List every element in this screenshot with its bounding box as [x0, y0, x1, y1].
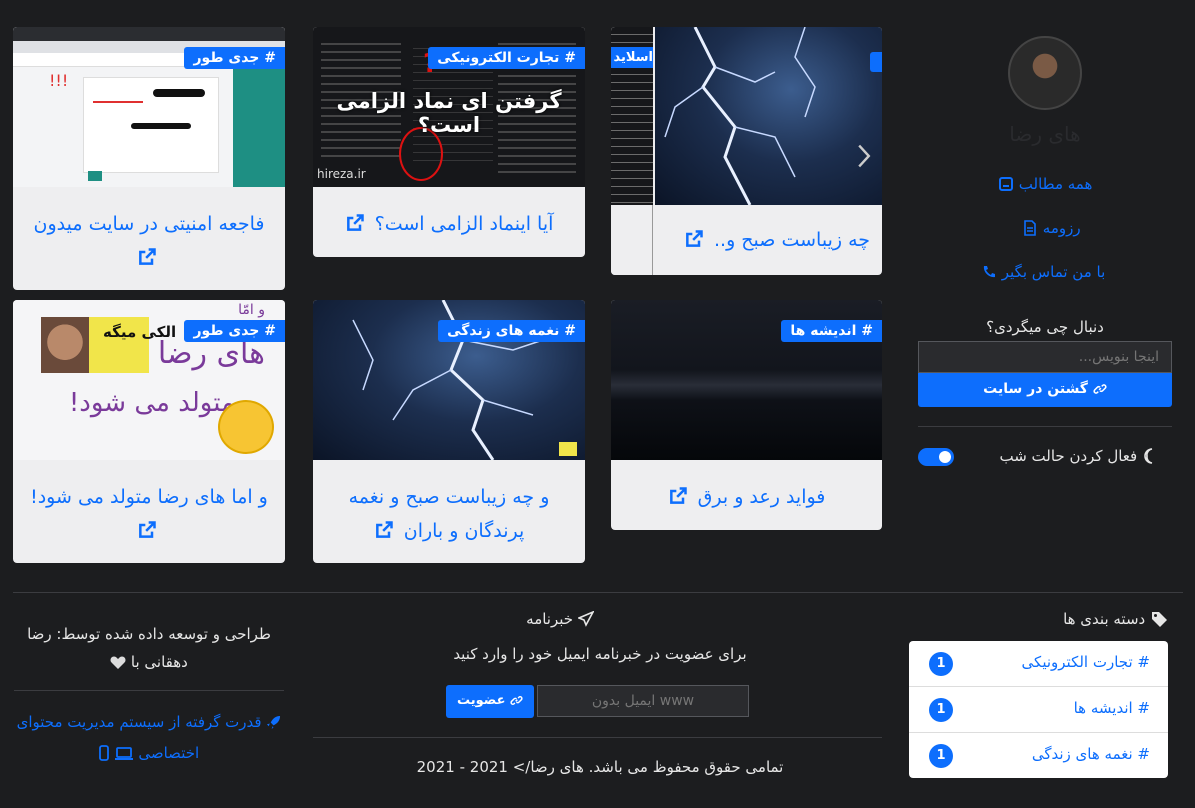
search-input[interactable]: [918, 341, 1172, 373]
link-icon: [510, 694, 523, 711]
resume-link[interactable]: رزومه: [1018, 219, 1081, 237]
divider: [313, 737, 882, 738]
post-thumbnail: [655, 27, 882, 205]
rocket-icon: [266, 711, 281, 739]
post-title[interactable]: آیا اینماد الزامی است؟: [313, 207, 585, 241]
external-link-icon: [139, 521, 156, 538]
tags-icon: [1150, 611, 1170, 631]
post-title[interactable]: چه زیباست صبح و..: [655, 223, 882, 257]
category-item[interactable]: # نغمه های زندگی 1: [909, 733, 1168, 779]
slider-card[interactable]: اسلاید چه زیباست صبح و..: [611, 27, 882, 275]
chevron-right-icon[interactable]: [856, 143, 872, 169]
thumb-caption: hireza.ir: [317, 167, 366, 181]
dark-mode-toggle[interactable]: [918, 448, 954, 466]
category-tag[interactable]: # تجارت الکترونیکی: [428, 47, 585, 69]
post-title[interactable]: فواید رعد و برق: [611, 480, 882, 514]
post-title[interactable]: فاجعه امنیتی در سایت میدون: [13, 207, 285, 275]
category-tag[interactable]: # جدی طور: [184, 320, 285, 342]
contact-link[interactable]: با من تماس بگیر: [977, 263, 1105, 281]
all-posts-link[interactable]: همه مطالب: [994, 175, 1092, 193]
count-badge: 1: [929, 652, 953, 676]
moon-icon: [1142, 448, 1158, 468]
laptop-icon: [114, 742, 134, 770]
count-badge: 1: [929, 744, 953, 768]
post-card[interactable]: # نغمه های زندگی و چه زیباست صبح و نغمه …: [313, 300, 585, 563]
newsletter-email-input[interactable]: [537, 685, 749, 717]
post-title[interactable]: و چه زیباست صبح و نغمه پرندگان و باران: [313, 480, 585, 548]
category-tag[interactable]: اسلاید: [611, 47, 653, 68]
post-card[interactable]: !!! # جدی طور فاجعه امنیتی در سایت میدون: [13, 27, 285, 290]
external-link-icon: [669, 487, 687, 504]
post-title[interactable]: و اما های رضا متولد می شود!: [13, 480, 285, 548]
footer-divider: [13, 592, 1183, 593]
search-button[interactable]: گشتن در سایت: [918, 373, 1172, 407]
category-item[interactable]: # تجارت الکترونیکی 1: [909, 641, 1168, 687]
categories-list: # تجارت الکترونیکی 1 # اندیشه ها 1 # نغم…: [909, 641, 1168, 778]
divider: [918, 426, 1172, 427]
external-link-icon: [346, 214, 364, 231]
lightning-graphic: [664, 27, 816, 205]
category-tag[interactable]: # جدی طور: [184, 47, 285, 69]
credit-text: طراحی و توسعه داده شده توسط: رضا دهقانی …: [14, 620, 284, 679]
search-label: دنبال چی میگردی؟: [986, 318, 1104, 336]
category-item[interactable]: # اندیشه ها 1: [909, 687, 1168, 733]
paper-plane-icon: [576, 610, 595, 631]
mobile-icon: [98, 742, 109, 770]
count-badge: 1: [929, 698, 953, 722]
newsletter-text: برای عضویت در خبرنامه ایمیل خود را وارد …: [453, 645, 747, 663]
document-icon: [1024, 220, 1036, 236]
heart-icon: [110, 651, 126, 679]
newsletter-heading: خبرنامه: [480, 610, 640, 631]
phone-icon: [983, 266, 995, 278]
laughing-emoji: [218, 400, 274, 454]
external-link-icon: [139, 248, 156, 265]
dark-mode-label: فعال کردن حالت شب: [972, 447, 1158, 468]
link-icon: [1093, 382, 1107, 400]
post-card[interactable]: ? گرفتن ای نماد الزامی است؟ hireza.ir # …: [313, 27, 585, 257]
external-link-icon: [686, 230, 703, 247]
categories-heading: دسته بندی ها: [1010, 610, 1170, 631]
copyright: تمامی حقوق محفوظ می باشد. های رضا/> 2021…: [416, 758, 784, 776]
slider-previous-slide[interactable]: اسلاید: [611, 27, 653, 275]
avatar: [1008, 36, 1082, 110]
category-tag[interactable]: # اندیشه ها: [781, 320, 882, 342]
current-slide[interactable]: چه زیباست صبح و..: [655, 27, 882, 275]
post-card[interactable]: الکی میگه و امّا های رضا متولد می شود! #…: [13, 300, 285, 563]
powered-by-link[interactable]: قدرت گرفته از سیستم مدیریت محتوای اختصاص…: [14, 708, 284, 770]
post-card[interactable]: # اندیشه ها فواید رعد و برق: [611, 300, 882, 530]
category-tag[interactable]: # نغمه های زندگی: [438, 320, 585, 342]
book-icon: [999, 177, 1013, 191]
external-link-icon: [375, 521, 393, 538]
site-name: های رضا: [1009, 122, 1081, 146]
divider: [14, 690, 284, 691]
subscribe-button[interactable]: عضویت: [446, 685, 534, 718]
thumb-headline: گرفتن ای نماد الزامی است؟: [336, 89, 562, 137]
